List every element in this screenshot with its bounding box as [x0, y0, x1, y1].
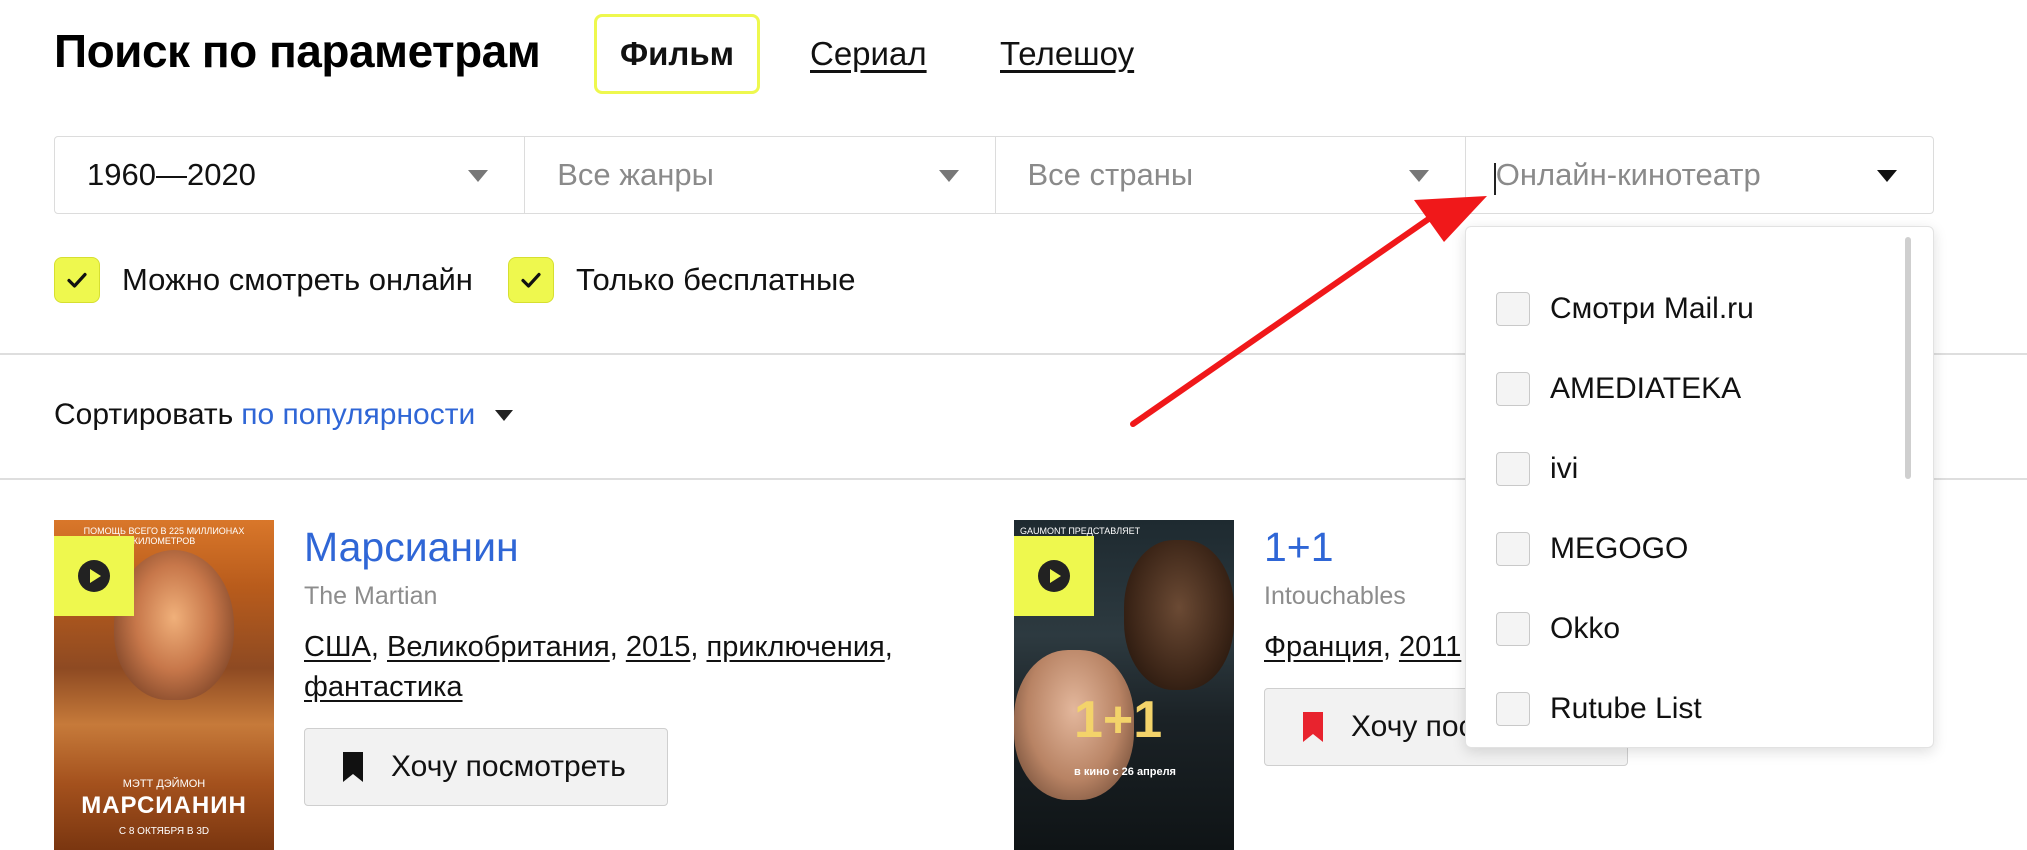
- poster-title: МАРСИАНИН: [81, 792, 247, 819]
- caret-down-icon: [1408, 170, 1429, 182]
- tab-series[interactable]: Сериал: [810, 14, 927, 94]
- bookmark-icon: [343, 752, 363, 782]
- page-title: Поиск по параметрам: [54, 25, 541, 77]
- checkmark-icon[interactable]: [54, 257, 100, 303]
- cinema-option[interactable]: ivi: [1496, 449, 1578, 489]
- online-cinema-dropdown: Смотри Mail.ru AMEDIATEKA ivi MEGOGO Okk…: [1465, 226, 1934, 748]
- online-checkbox-label: Можно смотреть онлайн: [122, 262, 473, 297]
- checkmark-icon[interactable]: [508, 257, 554, 303]
- movie-poster[interactable]: ПОМОЩЬ ВСЕГО В 225 МИЛЛИОНАХ КИЛОМЕТРОВ …: [54, 520, 274, 850]
- option-checkbox[interactable]: [1496, 692, 1530, 726]
- sort-label: Сортировать: [54, 398, 234, 431]
- cinema-option-label: ivi: [1550, 452, 1579, 485]
- cinema-option-label: MEGOGO: [1550, 532, 1689, 565]
- option-checkbox[interactable]: [1496, 292, 1530, 326]
- countries-select[interactable]: Все страны: [994, 137, 1465, 213]
- caret-down-icon[interactable]: [495, 409, 514, 421]
- dropdown-scrollbar[interactable]: [1905, 237, 1911, 479]
- countries-select-placeholder: Все страны: [1027, 157, 1194, 192]
- meta-link[interactable]: приключения: [706, 631, 884, 663]
- caret-down-icon: [938, 170, 959, 182]
- movie-original-title: Intouchables: [1264, 582, 1406, 610]
- cinema-option[interactable]: Okko: [1496, 609, 1620, 649]
- play-button[interactable]: [54, 536, 134, 616]
- cinema-option[interactable]: AMEDIATEKA: [1496, 369, 1741, 409]
- movie-original-title: The Martian: [304, 582, 438, 610]
- want-to-watch-button[interactable]: Хочу посмотреть: [304, 728, 668, 806]
- play-icon: [78, 560, 110, 592]
- cinema-option-label: AMEDIATEKA: [1550, 372, 1742, 405]
- tab-tvshow[interactable]: Телешоу: [1000, 14, 1134, 94]
- sort-dropdown[interactable]: по популярности: [241, 398, 475, 432]
- meta-link[interactable]: 2011: [1399, 631, 1461, 663]
- poster-date: С 8 ОКТЯБРЯ В 3D: [118, 826, 210, 837]
- option-checkbox[interactable]: [1496, 452, 1530, 486]
- tab-film[interactable]: Фильм: [594, 14, 760, 94]
- poster-actor: МЭТТ ДЭЙМОН: [122, 778, 206, 790]
- meta-link[interactable]: США: [304, 631, 371, 663]
- poster-tagline: GAUMONT ПРЕДСТАВЛЯЕТ: [1020, 526, 1141, 536]
- poster-date: в кино с 26 апреля: [1074, 766, 1176, 778]
- cinema-option-label: Rutube List: [1550, 692, 1702, 725]
- movie-poster[interactable]: GAUMONT ПРЕДСТАВЛЯЕТ 1+1 в кино с 26 апр…: [1014, 520, 1234, 850]
- genres-select-placeholder: Все жанры: [557, 157, 714, 192]
- option-checkbox[interactable]: [1496, 612, 1530, 646]
- cinema-option-label: Смотри Mail.ru: [1550, 292, 1754, 325]
- online-cinema-input[interactable]: Онлайн-кинотеатр: [1464, 137, 1933, 213]
- cinema-option[interactable]: Смотри Mail.ru: [1496, 289, 1754, 329]
- movie-meta: США, Великобритания, 2015, приключения, ф…: [304, 631, 893, 703]
- want-to-watch-label: Хочу посмотреть: [391, 750, 626, 783]
- online-checkbox[interactable]: Можно смотреть онлайн: [54, 256, 473, 304]
- sort-control: Сортировать по популярности: [54, 398, 514, 432]
- meta-link[interactable]: Франция: [1264, 631, 1383, 663]
- movie-title[interactable]: 1+1: [1264, 524, 1334, 571]
- option-checkbox[interactable]: [1496, 532, 1530, 566]
- caret-down-icon: [468, 170, 489, 182]
- online-cinema-placeholder: Онлайн-кинотеатр: [1495, 157, 1761, 192]
- free-checkbox[interactable]: Только бесплатные: [508, 256, 856, 304]
- poster-title: 1+1: [1074, 691, 1163, 749]
- free-checkbox-label: Только бесплатные: [576, 262, 856, 297]
- cinema-option[interactable]: Rutube List: [1496, 689, 1702, 729]
- play-button[interactable]: [1014, 536, 1094, 616]
- cinema-option-label: Okko: [1550, 612, 1621, 645]
- meta-link[interactable]: фантастика: [304, 671, 463, 703]
- filter-bar: 1960—2020 Все жанры Все страны Онлайн-ки…: [54, 136, 1934, 214]
- movie-meta: Франция, 2011: [1264, 631, 1462, 663]
- caret-down-icon[interactable]: [1877, 170, 1897, 182]
- play-icon: [1038, 560, 1070, 592]
- meta-link[interactable]: Великобритания: [387, 631, 610, 663]
- years-select[interactable]: 1960—2020: [55, 137, 524, 213]
- genres-select[interactable]: Все жанры: [524, 137, 994, 213]
- movie-title[interactable]: Марсианин: [304, 524, 519, 571]
- cinema-option[interactable]: MEGOGO: [1496, 529, 1688, 569]
- years-select-value: 1960—2020: [87, 157, 256, 192]
- option-checkbox[interactable]: [1496, 372, 1530, 406]
- text-cursor: [1494, 163, 1496, 195]
- bookmark-icon: [1303, 712, 1323, 742]
- meta-link[interactable]: 2015: [626, 631, 691, 663]
